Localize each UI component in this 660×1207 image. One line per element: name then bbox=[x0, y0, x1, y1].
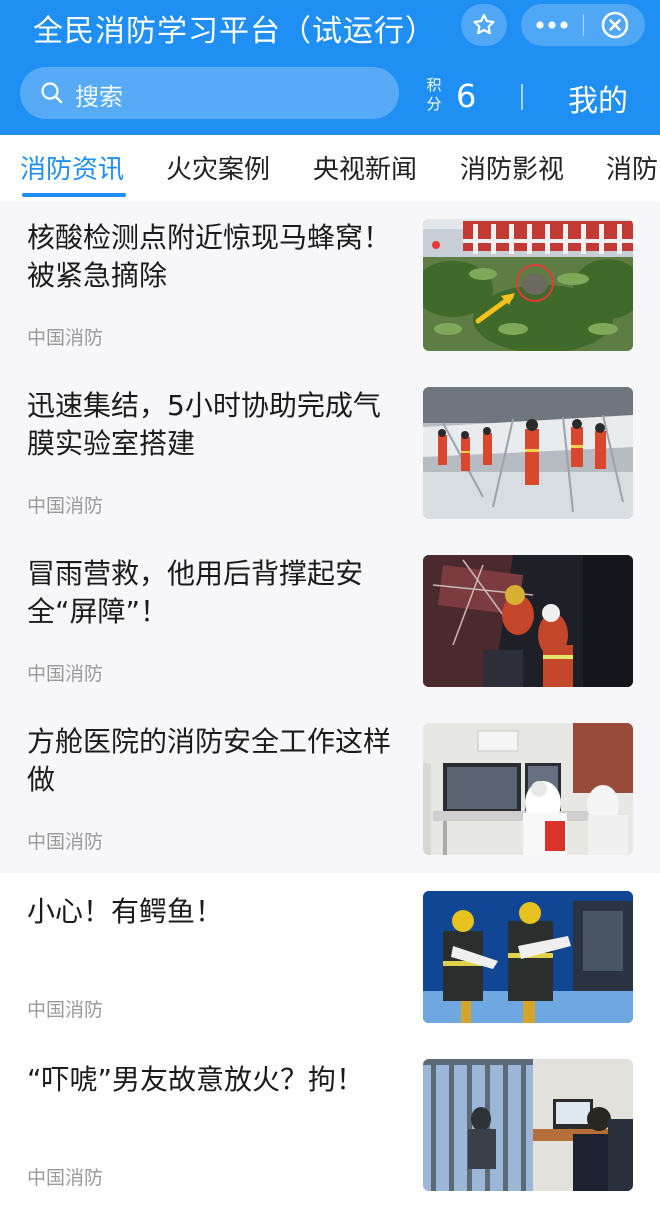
tab-fire-films[interactable]: 消防影视 bbox=[460, 149, 564, 186]
article-source: 中国消防 bbox=[27, 1167, 104, 1189]
tab-fire-more[interactable]: 消防 bbox=[606, 149, 658, 186]
more-dots-icon bbox=[536, 21, 568, 29]
crocodile-rescue-photo bbox=[423, 891, 633, 1023]
mine-button[interactable]: 我的 bbox=[568, 76, 628, 120]
miniprogram-capsule bbox=[521, 4, 645, 46]
points-label: 积分 bbox=[426, 76, 442, 113]
monitoring-room-photo bbox=[423, 723, 633, 855]
article-title: 迅速集结，5小时协助完成气膜实验室搭建 bbox=[27, 389, 381, 460]
article-source: 中国消防 bbox=[27, 495, 104, 517]
header-divider bbox=[521, 84, 523, 110]
firefighters-tent-photo bbox=[423, 387, 633, 519]
article-item[interactable]: 冒雨营救，他用后背撑起安全“屏障”！ 中国消防 bbox=[0, 537, 660, 706]
tab-fire-news[interactable]: 消防资讯 bbox=[20, 149, 124, 186]
search-placeholder: 搜索 bbox=[75, 83, 123, 111]
app-header: 全民消防学习平台（试运行） 搜索 积分 6 我的 bbox=[0, 0, 660, 135]
app-title: 全民消防学习平台（试运行） bbox=[33, 14, 436, 49]
star-icon bbox=[473, 13, 495, 35]
article-source: 中国消防 bbox=[27, 327, 104, 349]
article-source: 中国消防 bbox=[27, 999, 104, 1021]
close-circle-icon bbox=[601, 11, 628, 39]
article-item[interactable]: 小心！有鳄鱼！ 中国消防 bbox=[0, 873, 660, 1042]
article-item[interactable]: 迅速集结，5小时协助完成气膜实验室搭建 中国消防 bbox=[0, 369, 660, 538]
points-value[interactable]: 6 bbox=[456, 77, 476, 115]
tab-fire-cases[interactable]: 火灾案例 bbox=[166, 149, 270, 186]
article-source: 中国消防 bbox=[27, 831, 104, 853]
detention-room-photo bbox=[423, 1059, 633, 1191]
article-source: 中国消防 bbox=[27, 663, 104, 685]
tab-cctv-news[interactable]: 央视新闻 bbox=[313, 149, 417, 186]
more-button[interactable] bbox=[521, 4, 583, 46]
article-item[interactable]: “吓唬”男友故意放火？拘！ 中国消防 bbox=[0, 1041, 660, 1207]
article-item[interactable]: 方舱医院的消防安全工作这样做 中国消防 bbox=[0, 705, 660, 874]
search-icon bbox=[41, 82, 63, 104]
article-title: 小心！有鳄鱼！ bbox=[27, 895, 224, 928]
category-tabs: 消防资讯 火灾案例 央视新闻 消防影视 消防 bbox=[0, 135, 660, 202]
hornet-nest-photo bbox=[423, 219, 633, 351]
article-title: 核酸检测点附近惊现马蜂窝！被紧急摘除 bbox=[27, 221, 392, 292]
favorite-button[interactable] bbox=[461, 4, 507, 46]
active-tab-indicator bbox=[22, 193, 126, 197]
search-input[interactable]: 搜索 bbox=[20, 67, 399, 119]
article-item[interactable]: 核酸检测点附近惊现马蜂窝！被紧急摘除 中国消防 bbox=[0, 201, 660, 370]
article-title: “吓唬”男友故意放火？拘！ bbox=[27, 1063, 365, 1096]
article-title: 方舱医院的消防安全工作这样做 bbox=[27, 725, 392, 796]
close-button[interactable] bbox=[584, 4, 645, 46]
night-rescue-photo bbox=[423, 555, 633, 687]
article-title: 冒雨营救，他用后背撑起安全“屏障”！ bbox=[27, 557, 364, 628]
